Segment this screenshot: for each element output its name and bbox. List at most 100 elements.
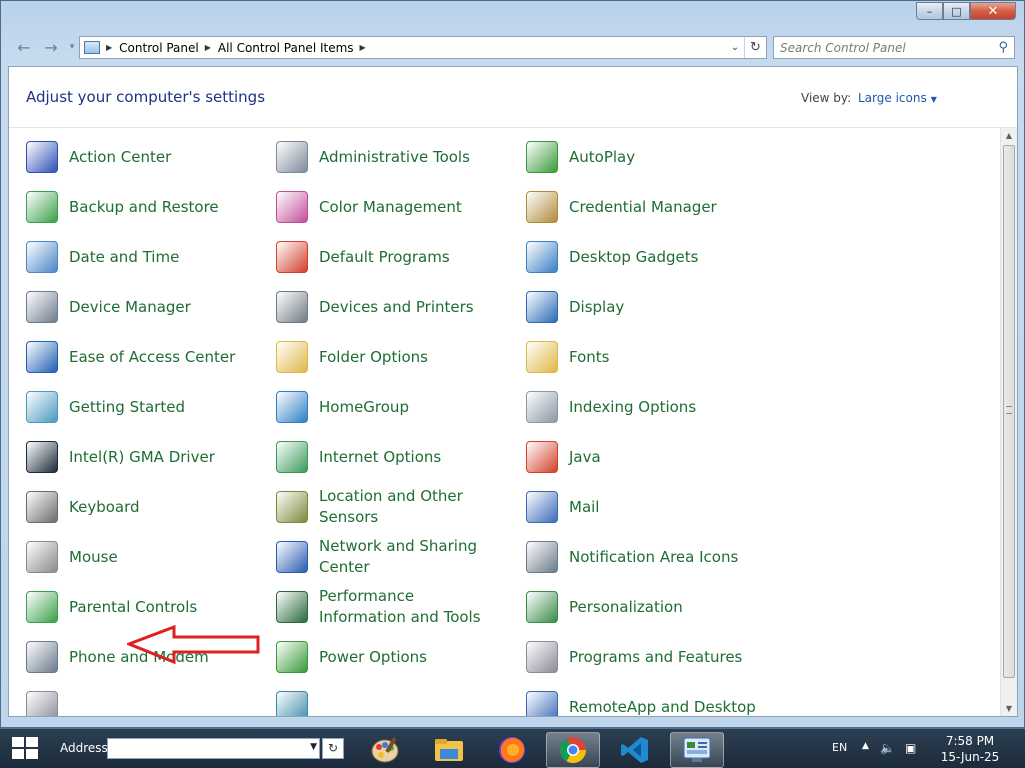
- control-panel-item[interactable]: Display: [526, 287, 766, 327]
- item-label: Desktop Gadgets: [569, 247, 699, 266]
- item-label: RemoteApp and Desktop: [569, 697, 756, 716]
- breadcrumb-separator[interactable]: ▶: [360, 43, 366, 52]
- control-panel-item[interactable]: Intel(R) GMA Driver: [26, 437, 266, 477]
- volume-icon[interactable]: 🔈: [880, 741, 895, 755]
- clock-date: 15-Jun-25: [940, 750, 1000, 764]
- taskbar-address-label: Address: [60, 741, 108, 755]
- control-panel-item[interactable]: Fonts: [526, 337, 766, 377]
- control-panel-item[interactable]: [26, 687, 266, 716]
- control-panel-item[interactable]: AutoPlay: [526, 137, 766, 177]
- control-panel-item[interactable]: Folder Options: [276, 337, 516, 377]
- control-panel-item[interactable]: Parental Controls: [26, 587, 266, 627]
- fonts-icon: [526, 341, 558, 373]
- search-input[interactable]: Search Control Panel ⚲: [773, 36, 1015, 59]
- file-explorer-app[interactable]: [422, 732, 476, 768]
- item-label: Programs and Features: [569, 647, 743, 666]
- control-panel-item[interactable]: Desktop Gadgets: [526, 237, 766, 277]
- control-panel-item[interactable]: Color Management: [276, 187, 516, 227]
- control-panel-item[interactable]: Java: [526, 437, 766, 477]
- windows-logo-icon: [12, 749, 24, 759]
- firefox-app[interactable]: [485, 732, 539, 768]
- breadcrumb-control-panel[interactable]: Control Panel: [119, 41, 199, 55]
- performance-icon: [276, 591, 308, 623]
- paint-app[interactable]: [358, 732, 412, 768]
- control-panel-item[interactable]: Backup and Restore: [26, 187, 266, 227]
- chrome-app[interactable]: [546, 732, 600, 768]
- item-label: Ease of Access Center: [69, 347, 236, 366]
- control-panel-item[interactable]: Internet Options: [276, 437, 516, 477]
- scroll-down-icon[interactable]: ▼: [1001, 701, 1017, 716]
- windows-logo-icon: [26, 737, 38, 747]
- item-label: Power Options: [319, 647, 427, 666]
- start-button[interactable]: [12, 737, 40, 761]
- breadcrumb-separator[interactable]: ▶: [205, 43, 211, 52]
- control-panel-items: Action Center Administrative Tools AutoPla…: [9, 67, 999, 716]
- item-label: Default Programs: [319, 247, 450, 266]
- control-panel-item[interactable]: Device Manager: [26, 287, 266, 327]
- close-button[interactable]: ✕: [970, 2, 1016, 20]
- control-panel-item[interactable]: RemoteApp and Desktop: [526, 687, 766, 716]
- control-panel-window: – □ ✕ ← → ▾ ▶ Control Panel ▶ All Contro…: [0, 0, 1025, 728]
- maximize-button[interactable]: □: [943, 2, 970, 20]
- control-panel-item[interactable]: Location and Other Sensors: [276, 487, 516, 527]
- show-hidden-icons-button[interactable]: ▲: [862, 741, 869, 751]
- item-label: Keyboard: [69, 497, 140, 516]
- back-button[interactable]: ←: [13, 38, 35, 57]
- address-bar[interactable]: ▶ Control Panel ▶ All Control Panel Item…: [79, 36, 767, 59]
- breadcrumb-all-items[interactable]: All Control Panel Items: [218, 41, 354, 55]
- scrollbar-thumb[interactable]: [1003, 145, 1015, 678]
- partial-icon: [26, 691, 58, 716]
- chrome-icon: [559, 737, 587, 764]
- java-icon: [526, 441, 558, 473]
- control-panel-item[interactable]: Power Options: [276, 637, 516, 677]
- clock[interactable]: 7:58 PM 15-Jun-25: [935, 733, 1005, 765]
- network-icon: [276, 541, 308, 573]
- firefox-icon: [499, 737, 525, 763]
- control-panel-item[interactable]: Programs and Features: [526, 637, 766, 677]
- language-indicator[interactable]: EN: [832, 741, 847, 754]
- taskbar-address-input[interactable]: ▼: [107, 738, 320, 759]
- item-label: Administrative Tools: [319, 147, 470, 166]
- control-panel-item[interactable]: Mail: [526, 487, 766, 527]
- control-panel-item[interactable]: [276, 687, 516, 716]
- address-dropdown-icon[interactable]: ⌄: [726, 42, 744, 53]
- control-panel-item[interactable]: Personalization: [526, 587, 766, 627]
- control-panel-item[interactable]: Devices and Printers: [276, 287, 516, 327]
- search-icon[interactable]: ⚲: [998, 40, 1008, 55]
- vscode-app[interactable]: [608, 732, 662, 768]
- chevron-down-icon[interactable]: ▼: [310, 742, 317, 752]
- intel-gma-icon: [26, 441, 58, 473]
- control-panel-item[interactable]: Getting Started: [26, 387, 266, 427]
- minimize-button[interactable]: –: [916, 2, 943, 20]
- item-label: Mail: [569, 497, 600, 516]
- control-panel-item[interactable]: Administrative Tools: [276, 137, 516, 177]
- control-panel-item[interactable]: Mouse: [26, 537, 266, 577]
- item-label: Color Management: [319, 197, 462, 216]
- control-panel-item[interactable]: Performance Information and Tools: [276, 587, 516, 627]
- control-panel-item[interactable]: Credential Manager: [526, 187, 766, 227]
- control-panel-item[interactable]: Network and Sharing Center: [276, 537, 516, 577]
- forward-button[interactable]: →: [40, 38, 62, 57]
- control-panel-item[interactable]: Date and Time: [26, 237, 266, 277]
- control-panel-item[interactable]: HomeGroup: [276, 387, 516, 427]
- control-panel-item[interactable]: Action Center: [26, 137, 266, 177]
- autoplay-icon: [526, 141, 558, 173]
- color-management-icon: [276, 191, 308, 223]
- vertical-scrollbar[interactable]: ▲ ▼: [1000, 128, 1017, 716]
- scroll-up-icon[interactable]: ▲: [1001, 128, 1017, 144]
- refresh-button[interactable]: ↻: [744, 37, 766, 58]
- control-panel-app[interactable]: [670, 732, 724, 768]
- taskbar-refresh-button[interactable]: ↻: [322, 738, 344, 759]
- credential-icon: [526, 191, 558, 223]
- control-panel-item[interactable]: Ease of Access Center: [26, 337, 266, 377]
- breadcrumb-separator[interactable]: ▶: [106, 43, 112, 52]
- control-panel-item[interactable]: Indexing Options: [526, 387, 766, 427]
- mail-icon: [526, 491, 558, 523]
- item-label: Parental Controls: [69, 597, 198, 616]
- control-panel-item[interactable]: Default Programs: [276, 237, 516, 277]
- network-status-icon[interactable]: ▣: [905, 741, 916, 755]
- item-label: HomeGroup: [319, 397, 409, 416]
- control-panel-item[interactable]: Notification Area Icons: [526, 537, 766, 577]
- control-panel-item[interactable]: Keyboard: [26, 487, 266, 527]
- calendar-icon: [26, 241, 58, 273]
